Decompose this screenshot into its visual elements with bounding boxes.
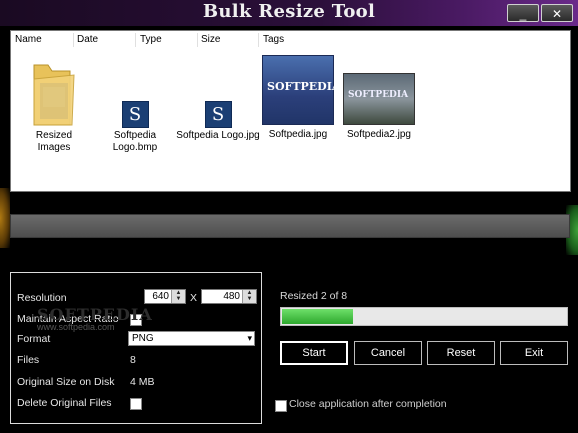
file-label: Softpedia Logo.bmp xyxy=(112,130,158,153)
resolution-separator: X xyxy=(190,292,198,304)
column-header-tags[interactable]: Tags xyxy=(263,34,284,45)
column-divider xyxy=(73,33,74,47)
spinner-arrows-icon[interactable]: ▲ ▼ xyxy=(171,290,185,303)
files-count: 8 xyxy=(130,354,136,366)
height-spinner[interactable]: 480 ▲ ▼ xyxy=(201,289,257,304)
original-size-value: 4 MB xyxy=(130,376,155,388)
column-divider xyxy=(135,33,136,47)
file-item-softpedia2-jpg[interactable]: SOFTPEDIA Softpedia2.jpg xyxy=(343,73,415,141)
softpedia-logo-icon: S xyxy=(121,101,149,128)
file-item-softpedia-logo-jpg[interactable]: S Softpedia Logo.jpg xyxy=(175,101,261,142)
progress-bar xyxy=(280,307,568,326)
width-spinner[interactable]: 640 ▲ ▼ xyxy=(144,289,186,304)
width-value: 640 xyxy=(152,291,169,302)
file-item-resized-images[interactable]: Resized Images xyxy=(19,55,89,154)
thumbnail-watermark: SOFTPEDIA xyxy=(348,90,409,100)
format-value: PNG xyxy=(132,333,154,344)
minimize-button[interactable]: _ xyxy=(507,4,539,22)
file-label: Softpedia2.jpg xyxy=(347,129,411,140)
settings-panel: Resolution 640 ▲ ▼ X 480 ▲ ▼ Maintain Aspe… xyxy=(10,272,262,424)
decorative-accent-left xyxy=(0,188,10,248)
reset-button[interactable]: Reset xyxy=(427,341,495,365)
file-list[interactable]: Name Date Type Size Tags Resized Images … xyxy=(10,30,571,192)
file-label: Softpedia.jpg xyxy=(268,129,328,140)
window-title: Bulk Resize Tool xyxy=(202,1,376,22)
file-label: Resized Images xyxy=(35,130,73,153)
close-after-checkbox[interactable] xyxy=(275,400,287,412)
title-bar: Bulk Resize Tool _ ✕ xyxy=(0,0,578,26)
column-divider xyxy=(258,33,259,47)
column-header-name[interactable]: Name xyxy=(15,34,42,45)
delete-original-label: Delete Original Files xyxy=(17,397,112,409)
spinner-arrows-icon[interactable]: ▲ ▼ xyxy=(242,290,256,303)
delete-original-checkbox[interactable] xyxy=(130,398,142,410)
height-value: 480 xyxy=(223,291,240,302)
format-label: Format xyxy=(17,333,51,345)
cancel-button[interactable]: Cancel xyxy=(354,341,422,365)
file-label: Softpedia Logo.jpg xyxy=(176,130,260,141)
close-button[interactable]: ✕ xyxy=(541,4,573,22)
progress-fill xyxy=(282,309,353,324)
splitter-bar xyxy=(10,214,570,238)
image-thumbnail: SOFTPEDIA xyxy=(262,55,340,125)
original-size-label: Original Size on Disk xyxy=(17,376,115,388)
image-thumbnail: SOFTPEDIA xyxy=(343,73,415,125)
resolution-label: Resolution xyxy=(17,292,67,304)
format-select[interactable]: PNG ▾ xyxy=(128,331,255,346)
file-item-softpedia-jpg[interactable]: SOFTPEDIA Softpedia.jpg xyxy=(262,55,340,141)
column-header-size[interactable]: Size xyxy=(201,34,220,45)
chevron-down-icon: ▾ xyxy=(247,333,252,343)
close-after-label: Close application after completion xyxy=(289,398,447,410)
folder-icon xyxy=(33,64,75,126)
files-label: Files xyxy=(17,354,40,366)
start-button[interactable]: Start xyxy=(280,341,348,365)
softpedia-watermark-url: www.softpedia.com xyxy=(37,322,115,332)
progress-status: Resized 2 of 8 xyxy=(280,290,348,302)
column-divider xyxy=(197,33,198,47)
softpedia-logo-icon: S xyxy=(204,101,232,128)
column-header-date[interactable]: Date xyxy=(77,34,98,45)
exit-button[interactable]: Exit xyxy=(500,341,568,365)
thumbnail-watermark: SOFTPEDIA xyxy=(267,80,341,93)
file-item-softpedia-logo-bmp[interactable]: S Softpedia Logo.bmp xyxy=(109,101,161,154)
column-header-type[interactable]: Type xyxy=(140,34,162,45)
